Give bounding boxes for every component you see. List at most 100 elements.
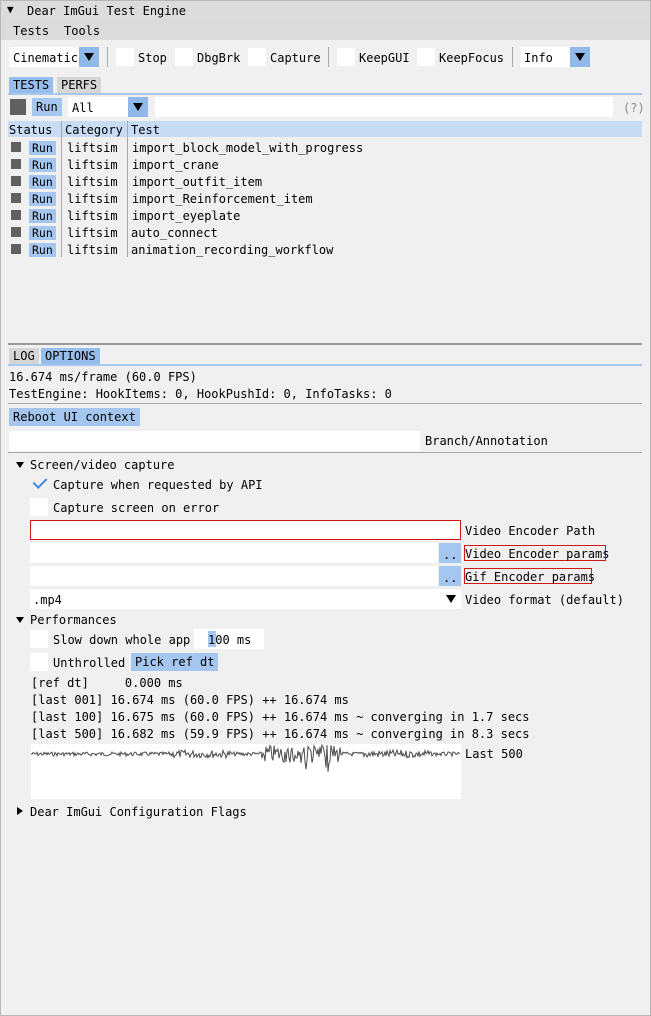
tab-log[interactable]: LOG [9,348,39,365]
test-name[interactable]: import_block_model_with_progress [132,141,363,155]
gif-encoder-params-label: Gif Encoder params [465,570,596,584]
capture-error-checkbox[interactable] [30,498,48,516]
browse-button[interactable]: .. [439,566,461,586]
video-encoder-params-input[interactable] [30,543,438,563]
run-test-button[interactable]: Run [29,158,56,172]
reboot-ui-context-button[interactable]: Reboot UI context [9,408,140,426]
chevron-down-icon[interactable] [128,97,148,117]
capture-api-checkbox[interactable] [30,474,48,493]
run-test-button[interactable]: Run [29,226,56,240]
browse-button[interactable]: .. [439,543,461,563]
status-square-icon [11,142,21,152]
run-test-button[interactable]: Run [29,209,56,223]
chevron-down-icon[interactable] [79,47,99,67]
test-filter-input[interactable] [155,97,613,117]
video-format-combo[interactable]: .mp4 [30,589,461,609]
run-mode-combo[interactable]: Cinematic [9,47,99,67]
keepgui-label: KeepGUI [359,51,410,65]
run-test-button[interactable]: Run [29,175,56,189]
capture-section-header[interactable]: Screen/video capture [16,458,175,472]
test-engine-window: ▼ Dear ImGui Test Engine Tests Tools Cin… [0,0,651,1016]
status-square-icon [11,176,21,186]
run-all-button[interactable]: Run [32,98,62,116]
toolbar-separator [512,47,513,67]
tab-underline [8,364,642,366]
ref-dt-stat: [ref dt] 0.000 ms [31,676,183,690]
stop-checkbox[interactable] [116,48,134,66]
pick-ref-dt-button[interactable]: Pick ref dt [131,653,219,671]
frame-time-plot[interactable] [30,743,461,799]
last-500-stat: [last 500] 16.682 ms (59.9 FPS) ++ 16.67… [31,727,530,741]
test-name[interactable]: import_Reinforcement_item [132,192,313,206]
menu-tools[interactable]: Tools [64,24,100,38]
test-name[interactable]: import_eyeplate [132,209,240,223]
performances-section-header[interactable]: Performances [16,613,117,627]
unthrolled-checkbox[interactable] [30,653,48,671]
video-format-value: .mp4 [33,593,62,607]
status-square-icon [11,227,21,237]
stop-label: Stop [138,51,167,65]
tab-options[interactable]: OPTIONS [41,348,100,365]
test-name[interactable]: animation_recording_workflow [131,243,333,257]
video-format-label: Video format (default) [465,593,624,607]
last-100-stat: [last 100] 16.675 ms (60.0 FPS) ++ 16.67… [31,710,530,724]
verbosity-value: Info [524,51,553,65]
panel-splitter[interactable] [8,343,642,345]
gif-encoder-params-input[interactable] [30,566,438,586]
menu-tests[interactable]: Tests [13,24,49,38]
config-flags-section-header[interactable]: Dear ImGui Configuration Flags [17,805,247,819]
test-category: liftsim [67,175,118,189]
run-test-button[interactable]: Run [29,141,56,155]
capture-error-label: Capture screen on error [53,501,220,515]
verbosity-combo[interactable]: Info [520,47,590,67]
keepgui-checkbox[interactable] [337,48,355,66]
tab-tests[interactable]: TESTS [9,77,54,94]
capture-checkbox[interactable] [248,48,266,66]
filter-combo[interactable]: All [68,97,148,117]
test-name[interactable]: import_outfit_item [132,175,262,189]
collapse-arrow-icon[interactable]: ▼ [7,3,14,16]
column-separator[interactable] [61,121,62,257]
run-test-button[interactable]: Run [29,192,56,206]
chevron-down-icon[interactable] [441,589,461,609]
video-encoder-params-label: Video Encoder params [465,547,610,561]
column-category[interactable]: Category [65,123,123,137]
frame-stats: 16.674 ms/frame (60.0 FPS) [9,370,197,384]
status-square-icon [11,244,21,254]
capture-api-label: Capture when requested by API [53,478,263,492]
tab-perfs[interactable]: PERFS [57,77,102,94]
dbgbrk-checkbox[interactable] [175,48,193,66]
title-bar[interactable]: ▼ Dear ImGui Test Engine [1,1,650,21]
video-encoder-path-input[interactable] [30,520,461,540]
checkmark-icon [32,474,48,489]
test-category: liftsim [67,209,118,223]
unthrolled-label: Unthrolled [53,656,126,670]
slow-down-label: Slow down whole app [53,633,191,647]
menu-bar: Tests Tools [1,21,650,40]
test-category: liftsim [67,158,118,172]
test-name[interactable]: import_crane [132,158,219,172]
chevron-down-icon[interactable] [570,47,590,67]
status-square-icon [11,210,21,220]
slow-down-checkbox[interactable] [30,630,48,648]
column-separator[interactable] [127,121,128,257]
help-marker[interactable]: (?) [623,101,645,115]
run-mode-value: Cinematic [13,51,79,65]
video-encoder-path-label: Video Encoder Path [465,524,596,538]
toolbar-separator [107,47,108,67]
keepfocus-label: KeepFocus [439,51,505,65]
slow-down-value-input[interactable]: 100 ms [194,629,264,649]
column-status[interactable]: Status [9,123,52,137]
branch-annotation-label: Branch/Annotation [425,434,548,448]
status-square-icon [11,159,21,169]
test-name[interactable]: auto_connect [131,226,218,240]
column-test[interactable]: Test [131,123,160,137]
tab-underline [8,93,642,95]
separator [8,403,642,404]
keepfocus-checkbox[interactable] [417,48,435,66]
branch-annotation-input[interactable] [9,431,420,451]
run-test-button[interactable]: Run [29,243,56,257]
dbgbrk-label: DbgBrk [197,51,241,65]
status-square-icon [10,99,26,115]
toolbar-separator [328,47,329,67]
